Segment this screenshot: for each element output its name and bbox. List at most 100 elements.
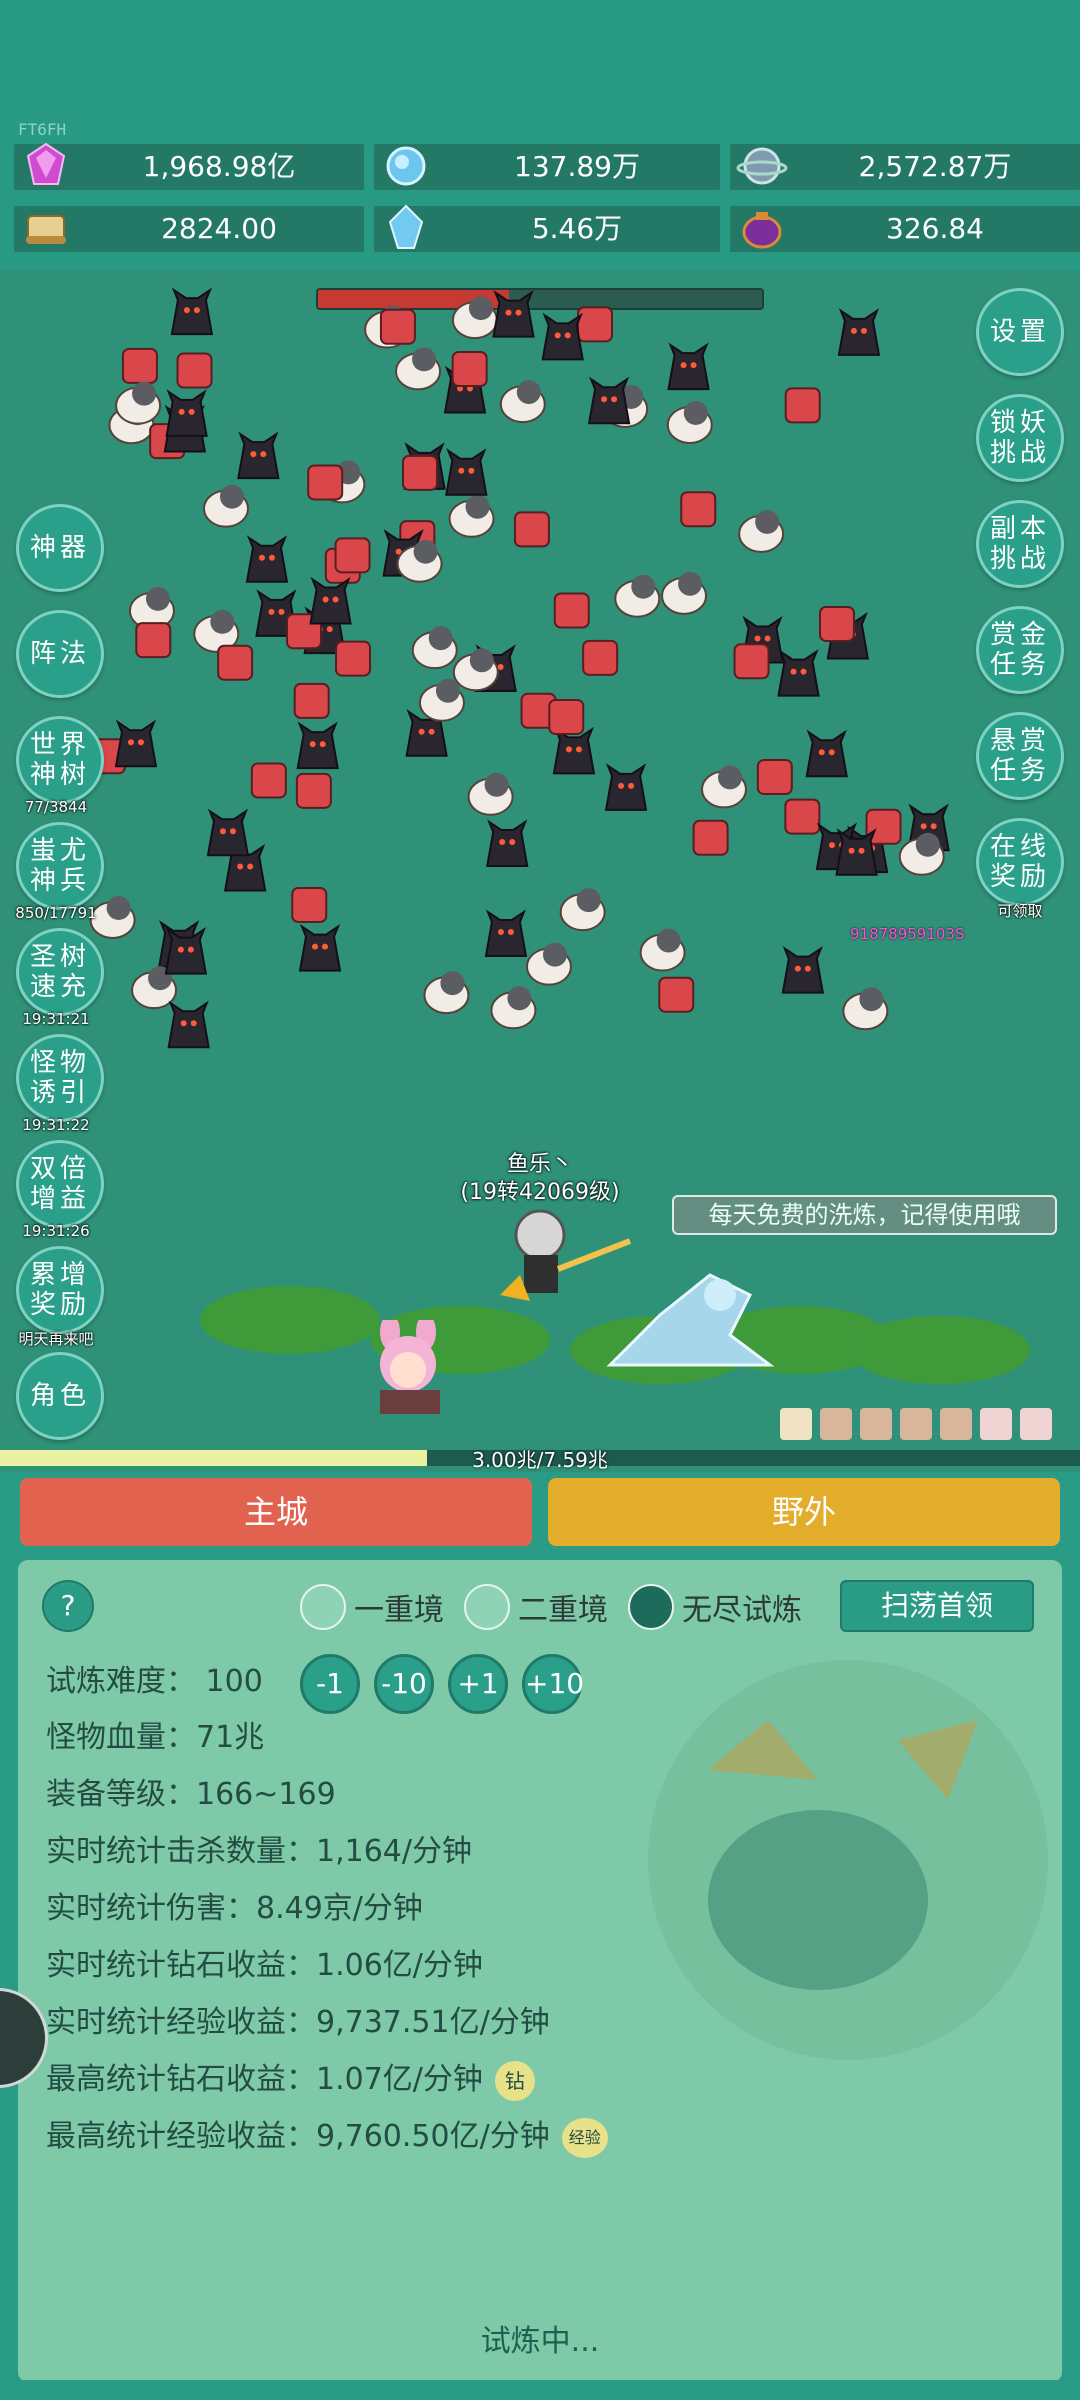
difficulty-minus-1-button[interactable]: -1 (300, 1654, 360, 1714)
side-button-tree-speed[interactable]: 圣树速充 (16, 928, 104, 1016)
dark-demon-monster (604, 763, 648, 811)
radio-dot[interactable] (464, 1584, 510, 1630)
stat-row: 最高统计经验收益：9,760.50亿/分钟 经验 (46, 2117, 608, 2158)
stat-value: 1.06亿/分钟 (316, 1948, 483, 1983)
side-button-double-gain[interactable]: 双倍增益 (16, 1140, 104, 1228)
skill-icon (980, 1408, 1012, 1440)
resource-ice-crystal: 5.46万 (374, 204, 720, 252)
radio-dot-selected[interactable] (628, 1584, 674, 1630)
red-imp-monster (295, 772, 332, 809)
skill-icon (860, 1408, 892, 1440)
mode-radio-1[interactable]: 一重境 (300, 1582, 444, 1632)
red-imp-monster (401, 454, 438, 491)
side-button-label: 阵法 (29, 639, 90, 669)
penguin-bird-monster (661, 571, 708, 615)
resource-value: 5.46万 (531, 212, 623, 245)
dark-demon-monster (237, 431, 280, 480)
stat-value: 9,737.51亿/分钟 (316, 2005, 550, 2040)
dark-demon-monster (486, 819, 529, 867)
side-button-sublabel: 19:31:21 (22, 1010, 90, 1028)
sweep-boss-button[interactable]: 扫荡首领 (840, 1580, 1034, 1632)
dark-demon-monster (781, 946, 825, 994)
dark-demon-monster (805, 729, 848, 778)
dark-demon-monster (445, 448, 488, 496)
penguin-bird-monster (499, 380, 546, 424)
dark-demon-monster (170, 287, 214, 336)
side-button-bounty-task[interactable]: 悬赏任务 (976, 712, 1064, 800)
side-button-label: 悬赏任务 (989, 726, 1050, 786)
help-button[interactable]: ? (42, 1580, 94, 1632)
stat-row: 实时统计钻石收益：1.06亿/分钟 (46, 1946, 483, 1986)
stat-label: 最高统计钻石收益： (46, 2062, 316, 2097)
penguin-bird-monster (411, 626, 458, 670)
red-imp-monster (548, 698, 585, 735)
side-button-sublabel: 850/17791 (15, 904, 97, 922)
red-imp-monster (291, 886, 328, 923)
red-imp-monster (334, 537, 371, 574)
resource-value: 1,968.98亿 (142, 150, 296, 183)
side-button-dungeon[interactable]: 副本挑战 (976, 500, 1064, 588)
radio-dot[interactable] (300, 1584, 346, 1630)
penguin-bird-monster (423, 971, 470, 1015)
stat-value: 9,760.50亿/分钟 (316, 2119, 550, 2154)
difficulty-minus-10-button[interactable]: -10 (374, 1654, 434, 1714)
stat-row: 实时统计伤害：8.49京/分钟 (46, 1889, 423, 1929)
difficulty-value: 100 (205, 1664, 263, 1699)
stat-row: 最高统计钻石收益：1.07亿/分钟钻 (46, 2060, 535, 2101)
penguin-bird-monster (452, 648, 499, 692)
stat-row: 装备等级：166~169 (46, 1775, 336, 1815)
side-button-chiyou[interactable]: 蚩尤神兵 (16, 822, 104, 910)
resource-crystal-orb: 137.89万 (374, 144, 720, 190)
dark-demon-monster (296, 721, 339, 770)
side-button-monster-lure[interactable]: 怪物诱引 (16, 1034, 104, 1122)
dark-demon-monster (587, 376, 631, 425)
tab-city[interactable]: 主城 (20, 1478, 532, 1546)
penguin-bird-monster (525, 942, 572, 986)
red-imp-monster (176, 352, 213, 389)
difficulty-plus-10-button[interactable]: +10 (522, 1654, 584, 1714)
side-button-settings[interactable]: 设置 (976, 288, 1064, 376)
penguin-bird-monster (559, 888, 606, 932)
dark-demon-monster (206, 808, 250, 857)
stat-value: 166~169 (196, 1777, 336, 1812)
stat-label: 实时统计经验收益： (46, 2005, 316, 2040)
ice-crystal-icon (388, 204, 424, 249)
resource-value: 2824.00 (161, 212, 277, 245)
bush (850, 1316, 1030, 1384)
mode-radio-2[interactable]: 二重境 (464, 1582, 608, 1632)
debug-tag: FT6FH (18, 120, 67, 139)
battle-field[interactable]: 鱼乐丶 (19转42069级) 91878959103S 每天免费的洗炼，记得使… (0, 270, 1080, 1472)
side-button-world-tree[interactable]: 世界神树 (16, 716, 104, 804)
side-button-artifact[interactable]: 神器 (16, 504, 104, 592)
red-imp-monster (576, 306, 613, 343)
difficulty-plus-1-button[interactable]: +1 (448, 1654, 508, 1714)
tab-field[interactable]: 野外 (548, 1478, 1060, 1546)
stat-row: 怪物血量：71兆 (46, 1718, 264, 1758)
dark-demon-monster (167, 1000, 210, 1049)
side-button-cumulative-reward[interactable]: 累增奖励 (16, 1246, 104, 1334)
side-button-label: 副本挑战 (989, 514, 1050, 574)
side-button-gold-task[interactable]: 赏金任务 (976, 606, 1064, 694)
resource-value: 2,572.87万 (858, 150, 1012, 183)
dark-demon-monster (541, 312, 584, 361)
resource-purple-pouch: 326.84 (730, 206, 1080, 252)
resource-scroll: 2824.00 (14, 206, 364, 252)
difficulty-row: 试炼难度： 100 (46, 1662, 263, 1702)
stat-value: 71兆 (196, 1720, 265, 1755)
pet-bunny-girl (380, 1320, 440, 1414)
side-button-online-reward[interactable]: 在线奖励 (976, 818, 1064, 906)
red-imp-monster (582, 639, 619, 676)
penguin-bird-monster (666, 400, 713, 444)
side-button-lock-demon[interactable]: 锁妖挑战 (976, 394, 1064, 482)
bottom-band (0, 2380, 1080, 2400)
side-button-label: 设置 (989, 317, 1050, 347)
side-button-label: 世界神树 (29, 730, 90, 790)
side-button-character[interactable]: 角色 (16, 1352, 104, 1440)
side-button-label: 圣树速充 (29, 942, 90, 1002)
tip-bubble: 每天免费的洗炼，记得使用哦 (672, 1195, 1057, 1235)
side-button-formation[interactable]: 阵法 (16, 610, 104, 698)
player-level: (19转42069级) (460, 1180, 620, 1205)
stat-value: 8.49京/分钟 (256, 1891, 423, 1926)
penguin-bird-monster (467, 772, 514, 816)
mode-radio-3[interactable]: 无尽试炼 (628, 1582, 802, 1632)
